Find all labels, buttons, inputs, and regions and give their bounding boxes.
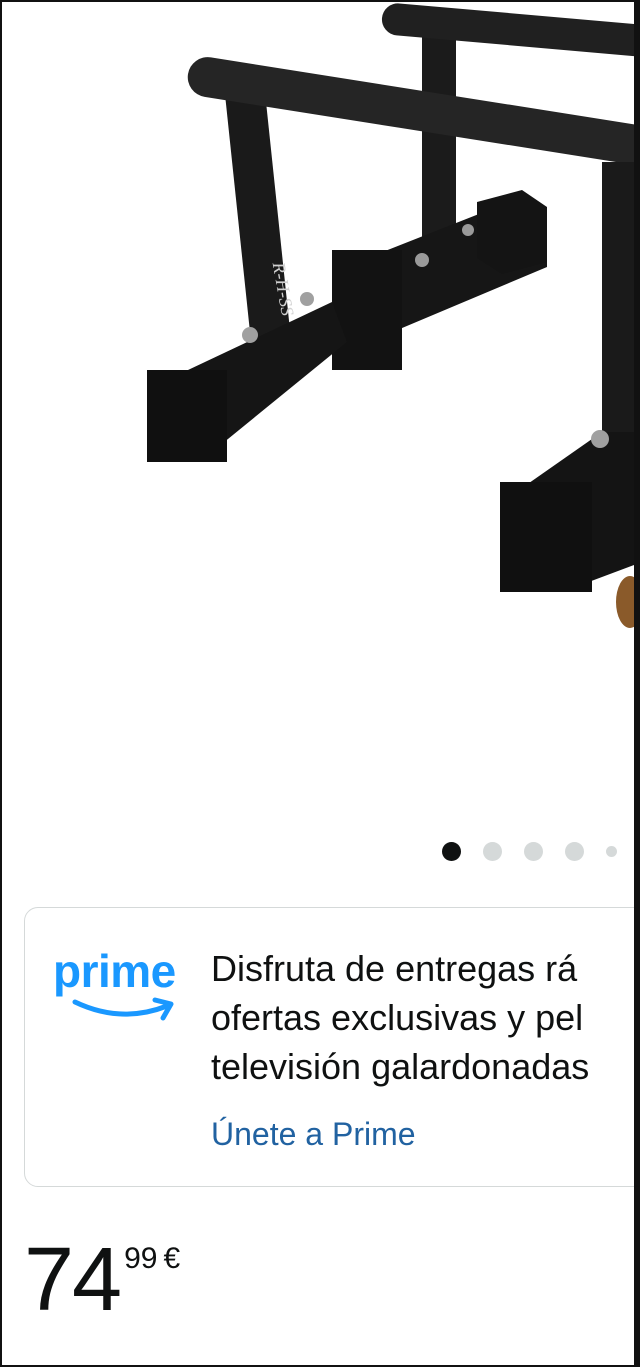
join-prime-link[interactable]: Únete a Prime <box>211 1114 416 1154</box>
image-carousel-indicator[interactable] <box>442 840 634 862</box>
carousel-dot-2[interactable] <box>483 841 502 861</box>
carousel-dot-4[interactable] <box>565 841 584 861</box>
prime-logo: prime <box>53 946 193 1026</box>
price-currency: € <box>163 1242 181 1275</box>
carousel-dot-3[interactable] <box>524 841 543 861</box>
carousel-dot-5[interactable] <box>606 845 617 857</box>
prime-description-line-2: ofertas exclusivas y pel <box>211 997 584 1038</box>
prime-description: Disfruta de entregas rá ofertas exclusiv… <box>211 944 634 1091</box>
prime-smile-icon <box>72 997 174 1021</box>
product-image[interactable]: R-H-SS <box>2 2 640 832</box>
prime-description-line-1: Disfruta de entregas rá <box>211 948 578 989</box>
product-price: 74 99 € <box>24 1230 180 1340</box>
product-page: R-H-SS prime Disfruta de entregas rá ofe… <box>0 0 640 1367</box>
carousel-dot-1[interactable] <box>442 841 461 861</box>
price-whole: 74 <box>24 1230 122 1330</box>
prime-description-line-3: televisión galardonadas <box>211 1046 590 1087</box>
price-fraction: 99 <box>124 1242 158 1275</box>
prime-wordmark: prime <box>53 945 176 997</box>
prime-promo-card[interactable]: prime Disfruta de entregas rá ofertas ex… <box>24 907 634 1187</box>
